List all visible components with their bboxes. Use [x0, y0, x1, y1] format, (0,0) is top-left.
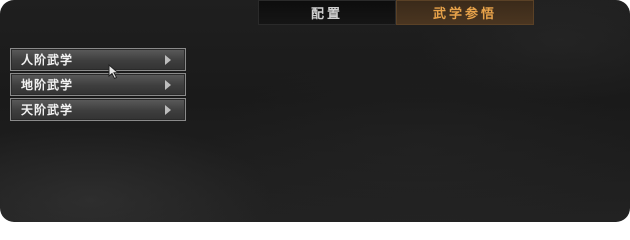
- tab-martial-study-label: 武学参悟: [432, 7, 497, 22]
- chevron-right-icon: [165, 105, 171, 115]
- menu-item-earth-tier[interactable]: 地阶武学: [10, 73, 186, 96]
- menu-item-label: 天阶武学: [21, 103, 74, 117]
- tab-martial-study[interactable]: 武学参悟: [396, 0, 534, 25]
- tab-config-label: 配置: [310, 7, 343, 22]
- game-panel: 配置 武学参悟 人阶武学 地阶武学 天阶武学: [0, 0, 630, 222]
- menu-item-label: 地阶武学: [21, 78, 74, 92]
- tab-bar: 配置 武学参悟: [258, 0, 534, 25]
- chevron-right-icon: [165, 55, 171, 65]
- mouse-cursor-icon: [108, 64, 120, 80]
- menu-item-label: 人阶武学: [21, 53, 74, 67]
- menu-item-heaven-tier[interactable]: 天阶武学: [10, 98, 186, 121]
- chevron-right-icon: [165, 80, 171, 90]
- tab-config[interactable]: 配置: [258, 0, 396, 25]
- menu-item-human-tier[interactable]: 人阶武学: [10, 48, 186, 71]
- martial-tier-menu: 人阶武学 地阶武学 天阶武学: [10, 48, 186, 123]
